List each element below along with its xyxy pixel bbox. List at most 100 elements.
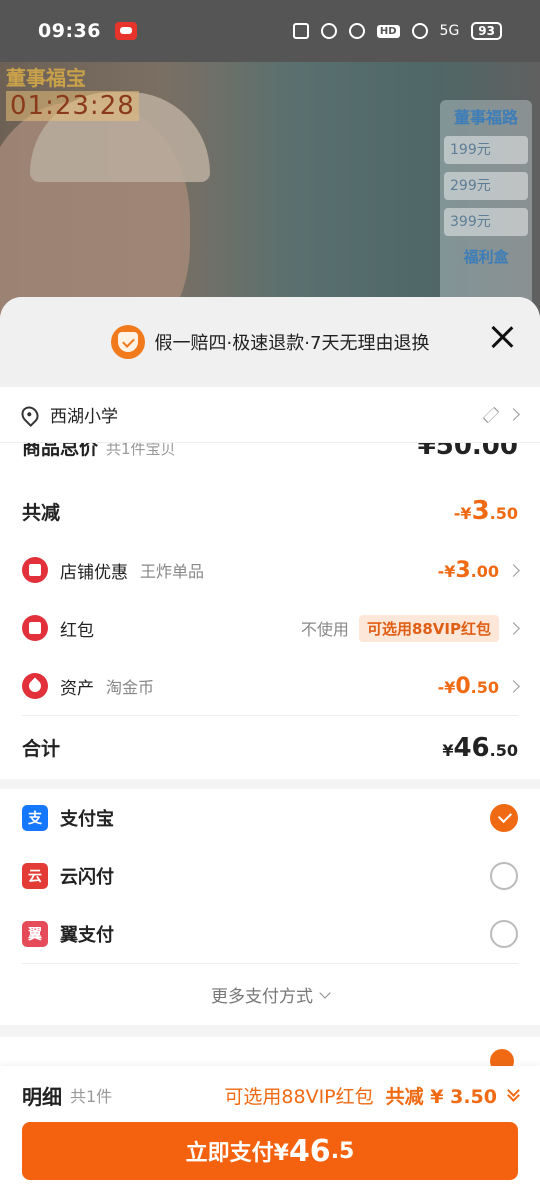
red-packet-row[interactable]: 红包 不使用 可选用88VIP红包 — [0, 599, 540, 657]
status-bar: 09:36 HD 5G 93 — [0, 0, 540, 62]
shop-discount-label: 店铺优惠 — [60, 562, 128, 583]
pay-button-text: 立即支付¥ — [185, 1141, 289, 1166]
shop-icon — [22, 557, 48, 583]
status-time: 09:36 — [38, 20, 101, 42]
pay-button-dec: .5 — [330, 1138, 355, 1164]
shop-discount-int: 3 — [455, 557, 471, 583]
shop-discount-prefix: -¥ — [437, 561, 456, 581]
shop-discount-row[interactable]: 店铺优惠 王炸单品 -¥3.00 — [0, 541, 540, 599]
savings-amount: 共减 ¥ 3.50 — [385, 1085, 497, 1108]
radio-unselected[interactable] — [490, 862, 518, 890]
assets-value: -¥0.50 — [437, 673, 520, 699]
discount-total-row: 共减 -¥3.50 — [0, 481, 540, 541]
taobao-app-icon — [114, 22, 137, 40]
radio-selected[interactable] — [490, 804, 518, 832]
detail-label: 明细 — [22, 1084, 62, 1109]
more-payments-label: 更多支付方式 — [211, 987, 313, 1007]
discount-amount: -¥3.50 — [454, 496, 518, 526]
detail-bar[interactable]: 明细 共1件 可选用88VIP红包 共减 ¥ 3.50 — [0, 1066, 540, 1124]
chevron-right-icon — [507, 621, 520, 635]
shop-discount-detail: 王炸单品 — [140, 562, 205, 581]
vibrate-icon — [292, 23, 309, 39]
bluetooth-icon — [320, 23, 337, 39]
more-payments-button[interactable]: 更多支付方式 — [22, 963, 518, 1025]
vip-text: 可选用88VIP红包 — [224, 1085, 374, 1108]
red-packet-label: 红包 — [60, 620, 94, 641]
payment-name: 支付宝 — [60, 809, 114, 830]
red-packet-icon — [22, 615, 48, 641]
chevron-right-icon — [507, 679, 520, 693]
promo-panel: 董事福路 199元 299元 399元 福利盒 — [440, 100, 532, 312]
vip-red-packet-pill[interactable]: 可选用88VIP红包 — [358, 614, 499, 642]
live-stream-background: 董事福宝 01:23:28 董事福路 199元 299元 399元 福利盒 — [0, 62, 540, 322]
double-chevron-down-icon[interactable] — [507, 1084, 520, 1102]
checkout-footer: 明细 共1件 可选用88VIP红包 共减 ¥ 3.50 立即支付¥ 46.5 — [0, 1066, 540, 1188]
order-card: 西湖小学 商品总价 共1件宝贝 ¥50.00 共减 -¥3.50 店铺优惠 王炸单… — [0, 387, 540, 779]
battery-icon: 93 — [471, 22, 502, 40]
status-icons: HD 5G 93 — [292, 22, 502, 40]
discount-label: 共减 — [22, 501, 61, 524]
payment-methods: 支 支付宝 云 云闪付 翼 翼支付 更多支付方式 — [0, 789, 540, 1025]
assets-dec: .50 — [470, 677, 499, 697]
assets-icon — [22, 673, 48, 699]
chevron-right-icon — [507, 563, 520, 577]
close-icon[interactable] — [490, 325, 514, 349]
promo-footer: 福利盒 — [463, 248, 509, 266]
bestpay-icon: 翼 — [22, 921, 48, 947]
payment-option-bestpay[interactable]: 翼 翼支付 — [0, 905, 540, 963]
next-section — [0, 1037, 540, 1073]
address-row[interactable]: 西湖小学 — [0, 387, 540, 443]
chevron-right-icon — [507, 408, 520, 421]
assets-label: 资产 — [60, 678, 94, 699]
hd-icon: HD — [376, 24, 400, 38]
discount-prefix: -¥ — [453, 504, 472, 523]
countdown-box: 董事福宝 01:23:28 — [0, 62, 145, 121]
payment-name: 翼支付 — [60, 925, 114, 946]
goods-total-title: 商品总价 — [22, 443, 99, 459]
payment-name: 云闪付 — [60, 867, 114, 888]
savings-summary: 可选用88VIP红包 共减 ¥ 3.50 — [224, 1082, 520, 1109]
goods-total-row: 商品总价 共1件宝贝 ¥50.00 — [0, 443, 540, 481]
total-int: 46 — [453, 732, 490, 763]
address-text: 西湖小学 — [50, 407, 118, 427]
promo-item: 199元 — [444, 136, 528, 164]
promo-title: 董事福路 — [453, 108, 518, 127]
guarantee-text: 假一赔四·极速退款·7天无理由退换 — [154, 333, 430, 354]
location-icon — [348, 23, 365, 39]
item-count: 共1件 — [70, 1087, 113, 1106]
discount-dec: .50 — [489, 504, 518, 523]
total-label: 合计 — [22, 738, 61, 760]
red-packet-unused: 不使用 — [300, 620, 349, 639]
total-prefix: ¥ — [442, 740, 454, 760]
radio-unselected[interactable] — [490, 920, 518, 948]
pay-now-button[interactable]: 立即支付¥ 46.5 — [22, 1122, 518, 1180]
signal-icon: 5G — [439, 23, 460, 39]
total-amount: ¥46.50 — [442, 733, 518, 763]
checkout-sheet: 假一赔四·极速退款·7天无理由退换 西湖小学 商品总价 共1件宝贝 ¥50.00 … — [0, 297, 540, 1188]
countdown-timer: 01:23:28 — [6, 91, 139, 121]
promo-item: 399元 — [444, 208, 528, 236]
shield-check-icon — [110, 325, 145, 359]
pencil-icon — [482, 406, 500, 423]
location-pin-icon — [17, 402, 43, 427]
shop-discount-value: -¥3.00 — [437, 557, 520, 583]
assets-row[interactable]: 资产 淘金币 -¥0.50 — [0, 657, 540, 715]
countdown-title: 董事福宝 — [6, 66, 86, 90]
payment-option-unionpay[interactable]: 云 云闪付 — [0, 847, 540, 905]
unionpay-icon: 云 — [22, 863, 48, 889]
assets-prefix: -¥ — [437, 677, 456, 697]
guarantee-banner: 假一赔四·极速退款·7天无理由退换 — [0, 297, 540, 387]
assets-int: 0 — [455, 673, 471, 699]
goods-total-amount: ¥50.00 — [417, 443, 518, 461]
payment-option-alipay[interactable]: 支 支付宝 — [0, 789, 540, 847]
pay-button-int: 46 — [288, 1133, 331, 1169]
wifi-icon — [411, 23, 428, 39]
goods-count: 共1件宝贝 — [106, 443, 176, 458]
edit-address[interactable] — [482, 406, 520, 423]
total-row: 合计 ¥46.50 — [22, 715, 518, 779]
shop-discount-dec: .00 — [470, 561, 499, 581]
total-dec: .50 — [489, 740, 518, 760]
goods-total-label: 商品总价 共1件宝贝 — [22, 443, 176, 460]
discount-int: 3 — [471, 496, 490, 526]
assets-detail: 淘金币 — [106, 678, 155, 697]
